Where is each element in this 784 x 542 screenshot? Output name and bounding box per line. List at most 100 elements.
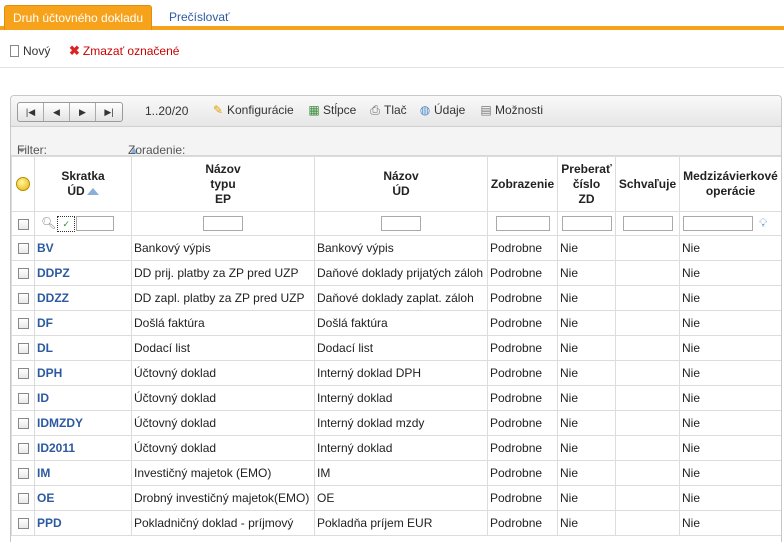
- sort-ascending-icon: [86, 188, 99, 196]
- cell-approve: [615, 260, 680, 286]
- row-checkbox[interactable]: [17, 468, 29, 480]
- print-button[interactable]: ⎙ Tlač: [368, 103, 406, 118]
- next-page-button[interactable]: ▶: [70, 103, 96, 121]
- new-document-icon: [10, 45, 19, 57]
- sort-label: Zoradenie:: [128, 143, 186, 157]
- filter-ud-input[interactable]: [381, 216, 421, 232]
- table-row[interactable]: ID2011 Účtovný doklad Interný doklad Podrob…: [11, 435, 781, 461]
- cell-code[interactable]: DDZZ: [34, 285, 132, 311]
- cell-code[interactable]: PPD: [34, 510, 132, 536]
- tab-document-type[interactable]: Druh účtovného dokladu: [4, 5, 153, 30]
- cell-take-zd: Nie: [557, 335, 616, 361]
- cell-inter: Nie: [679, 260, 781, 286]
- filter-inter-input[interactable]: [683, 216, 753, 232]
- cell-display: Podrobne: [487, 485, 558, 511]
- search-icon[interactable]: 🔍︎: [41, 216, 56, 230]
- table-row[interactable]: ID Účtovný doklad Interný doklad Podrobne Ni…: [11, 385, 781, 411]
- row-select-cell: [11, 460, 35, 486]
- cell-inter: Nie: [679, 385, 781, 411]
- filter-display-input[interactable]: [495, 216, 550, 232]
- cell-display: Podrobne: [487, 285, 558, 311]
- row-checkbox[interactable]: [17, 393, 29, 405]
- row-checkbox[interactable]: [17, 343, 29, 355]
- prev-page-button[interactable]: ◀: [44, 103, 70, 121]
- cell-code[interactable]: DF: [34, 310, 132, 336]
- select-all-checkbox[interactable]: [17, 218, 29, 230]
- divider: [0, 67, 784, 68]
- record-count: 1..20/20: [145, 104, 189, 118]
- cell-code[interactable]: DDPZ: [34, 260, 132, 286]
- table-row[interactable]: BV Bankový výpis Bankový výpis Podrobne Nie N…: [11, 235, 781, 261]
- new-button[interactable]: Nový: [10, 42, 50, 60]
- cell-code[interactable]: BV: [34, 235, 132, 261]
- cell-ep-name: Bankový výpis: [131, 235, 315, 261]
- cell-code[interactable]: OE: [34, 485, 132, 511]
- table-row[interactable]: DDZZ DD zapl. platby za ZP pred UZP Daňové…: [11, 285, 781, 311]
- cell-display: Podrobne: [487, 410, 558, 436]
- filter-ep-input[interactable]: [203, 216, 243, 232]
- cell-inter: Nie: [679, 285, 781, 311]
- header-ep-name[interactable]: Názov typu EP: [131, 156, 315, 212]
- data-button[interactable]: ◍ Údaje: [418, 103, 466, 117]
- header-approve-label: Schvaľuje: [618, 176, 677, 191]
- header-approve[interactable]: Schvaľuje: [615, 156, 680, 212]
- cell-ep-name: Investičný majetok (EMO): [131, 460, 315, 486]
- row-checkbox[interactable]: [17, 268, 29, 280]
- table-row[interactable]: DF Došlá faktúra Došlá faktúra Podrobne Nie N…: [11, 310, 781, 336]
- first-page-button[interactable]: |◀: [18, 103, 44, 121]
- filter-zd-input[interactable]: [561, 216, 612, 232]
- row-checkbox[interactable]: [17, 418, 29, 430]
- header-inter[interactable]: Medzizávierkové operácie: [679, 156, 781, 212]
- cell-code[interactable]: DPH: [34, 360, 132, 386]
- cell-code[interactable]: ID2011: [34, 435, 132, 461]
- header-ud-line1: Názov: [383, 169, 419, 183]
- cell-ud-name: Došlá faktúra: [314, 310, 488, 336]
- cell-code[interactable]: IDMZDY: [34, 410, 132, 436]
- tab-renumber[interactable]: Prečíslovať: [161, 5, 238, 29]
- configuration-button[interactable]: ✎ Konfigurácie: [211, 103, 294, 117]
- cell-take-zd: Nie: [557, 435, 616, 461]
- header-ud-name[interactable]: Názov ÚD: [314, 156, 488, 212]
- table-row[interactable]: PPD Pokladničný doklad - príjmový Pokladňa…: [11, 510, 781, 536]
- cell-take-zd: Nie: [557, 310, 616, 336]
- cell-ep-name: Účtovný doklad: [131, 360, 315, 386]
- lightbulb-icon[interactable]: 💡︎: [759, 216, 767, 230]
- row-checkbox[interactable]: [17, 443, 29, 455]
- cell-approve: [615, 485, 680, 511]
- header-inter-line2: operácie: [705, 184, 756, 198]
- cell-inter: Nie: [679, 235, 781, 261]
- cell-code[interactable]: IM: [34, 460, 132, 486]
- options-button[interactable]: ▤ Možnosti: [479, 103, 543, 117]
- header-display[interactable]: Zobrazenie: [487, 156, 558, 212]
- row-checkbox[interactable]: [17, 368, 29, 380]
- filter-approve-input[interactable]: [622, 216, 673, 232]
- cell-inter: Nie: [679, 335, 781, 361]
- header-code[interactable]: Skratka ÚD: [34, 156, 132, 212]
- row-checkbox[interactable]: [17, 243, 29, 255]
- table-row[interactable]: OE Drobný investičný majetok(EMO) OE Podrob…: [11, 485, 781, 511]
- table-row[interactable]: IM Investičný majetok (EMO) IM Podrobne Nie N…: [11, 460, 781, 486]
- filter-clear-icon[interactable]: ✓: [57, 215, 76, 232]
- cell-take-zd: Nie: [557, 385, 616, 411]
- row-select-cell: [11, 285, 35, 311]
- cell-code[interactable]: ID: [34, 385, 132, 411]
- filter-code-input[interactable]: [76, 216, 115, 231]
- delete-selected-button[interactable]: ✖ Zmazať označené: [69, 42, 179, 60]
- row-checkbox[interactable]: [17, 518, 29, 530]
- cell-code[interactable]: DL: [34, 335, 132, 361]
- header-take-zd[interactable]: Preberať číslo ZD: [557, 156, 616, 212]
- table-row[interactable]: DL Dodací list Dodací list Podrobne Nie Nie: [11, 335, 781, 361]
- row-checkbox[interactable]: [17, 318, 29, 330]
- cell-ep-name: Došlá faktúra: [131, 310, 315, 336]
- cell-ud-name: Dodací list: [314, 335, 488, 361]
- last-page-button[interactable]: ▶|: [96, 103, 122, 121]
- row-checkbox[interactable]: [17, 493, 29, 505]
- filter-display-cell: [487, 211, 558, 236]
- table-row[interactable]: IDMZDY Účtovný doklad Interný doklad mzdy P…: [11, 410, 781, 436]
- cell-take-zd: Nie: [557, 235, 616, 261]
- row-checkbox[interactable]: [17, 293, 29, 305]
- table-row[interactable]: DPH Účtovný doklad Interný doklad DPH Podro…: [11, 360, 781, 386]
- cell-take-zd: Nie: [557, 285, 616, 311]
- columns-button[interactable]: ▦ Stĺpce: [307, 103, 356, 117]
- table-row[interactable]: DDPZ DD prij. platby za ZP pred UZP Daňové…: [11, 260, 781, 286]
